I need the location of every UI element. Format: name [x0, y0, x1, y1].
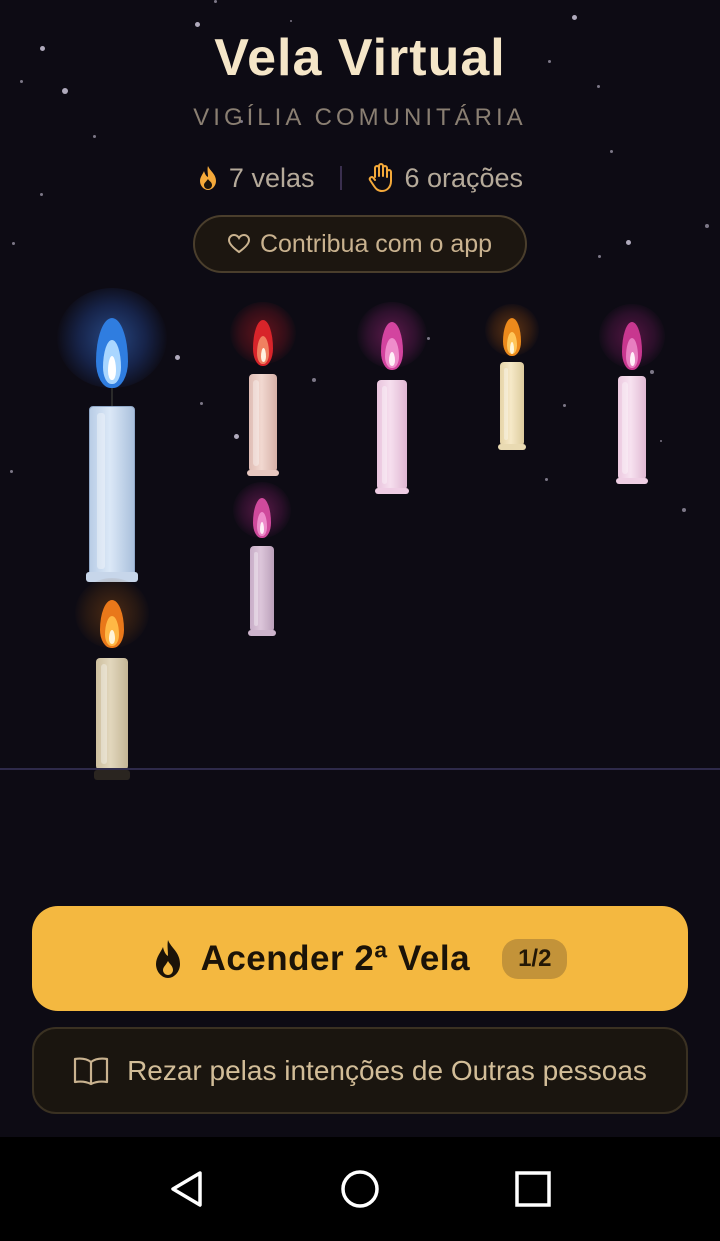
- star: [312, 378, 316, 382]
- star: [563, 404, 566, 407]
- star: [572, 15, 577, 20]
- back-triangle-icon: [170, 1171, 202, 1207]
- star: [598, 255, 601, 258]
- star: [214, 0, 217, 3]
- candle-blue[interactable]: [56, 288, 168, 588]
- pray-intentions-label: Rezar pelas intenções de Outras pessoas: [127, 1054, 647, 1086]
- recents-button[interactable]: [493, 1149, 573, 1229]
- star: [610, 150, 613, 153]
- page-subtitle: VIGÍLIA COMUNITÁRIA: [193, 104, 527, 131]
- star: [626, 240, 631, 245]
- candle-counter-badge: 1/2: [502, 938, 568, 979]
- hand-icon: [369, 163, 393, 192]
- star: [705, 224, 709, 228]
- candle-orange[interactable]: [484, 304, 540, 454]
- candle-magenta[interactable]: [598, 304, 666, 488]
- prayers-count: 6 orações: [404, 162, 524, 193]
- flame-icon: [155, 939, 180, 978]
- home-button[interactable]: [320, 1149, 400, 1229]
- star: [93, 135, 96, 138]
- page-title: Vela Virtual: [214, 29, 506, 87]
- star: [175, 355, 180, 360]
- candles-stat: 7 velas: [197, 162, 315, 194]
- home-circle-icon: [341, 1170, 379, 1208]
- ground-line: [0, 768, 720, 770]
- star: [682, 508, 686, 512]
- flame-icon: [199, 166, 216, 190]
- light-candle-button[interactable]: Acender 2ª Vela 1/2: [32, 906, 688, 1011]
- contribute-button[interactable]: Contribua com o app: [193, 215, 527, 273]
- back-button[interactable]: [147, 1149, 227, 1229]
- pray-intentions-button[interactable]: Rezar pelas intenções de Outras pessoas: [32, 1027, 688, 1114]
- contribute-label: Contribua com o app: [259, 229, 493, 258]
- star: [10, 470, 13, 473]
- book-icon: [73, 1057, 109, 1085]
- prayers-stat: 6 orações: [368, 163, 523, 194]
- stats-divider: [340, 166, 343, 190]
- star: [12, 242, 15, 245]
- candles-count: 7 velas: [228, 162, 315, 193]
- heart-icon: [227, 234, 250, 254]
- star: [290, 20, 292, 22]
- candle-pink[interactable]: [356, 302, 428, 498]
- star: [195, 22, 200, 27]
- candle-mauve[interactable]: [232, 482, 292, 642]
- light-candle-label: Acender 2ª Vela: [200, 938, 471, 978]
- stats-row: 7 velas 6 orações: [0, 158, 720, 198]
- recents-square-icon: [515, 1171, 552, 1207]
- star: [62, 88, 68, 94]
- candle-red[interactable]: [228, 302, 298, 480]
- system-nav-bar: [0, 1137, 720, 1241]
- star: [200, 402, 203, 405]
- candle-beige[interactable]: [74, 578, 150, 784]
- star: [545, 478, 548, 481]
